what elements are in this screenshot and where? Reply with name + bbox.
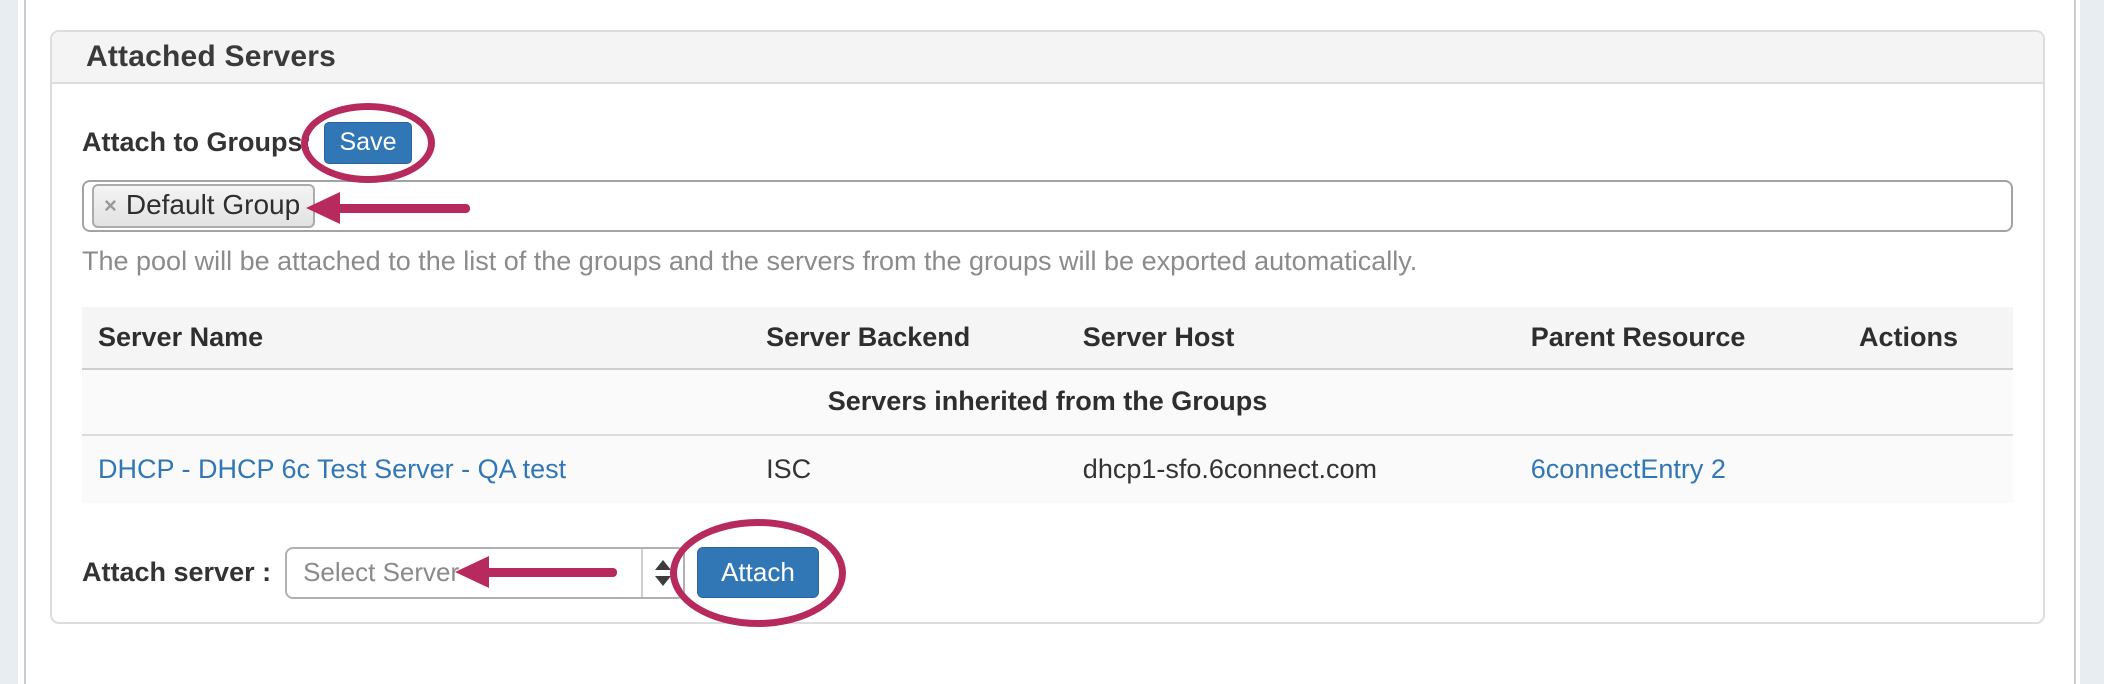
select-arrows-icon[interactable] bbox=[641, 549, 683, 597]
attached-servers-panel: Attached Servers Attach to Groups: Save … bbox=[50, 30, 2045, 624]
page-right-border bbox=[2074, 0, 2076, 684]
col-header-server-host: Server Host bbox=[1067, 307, 1515, 369]
table-row: DHCP - DHCP 6c Test Server - QA test ISC… bbox=[82, 435, 2013, 503]
page-right-gutter bbox=[2080, 0, 2104, 684]
servers-table: Server Name Server Backend Server Host P… bbox=[82, 307, 2013, 503]
cell-actions bbox=[1843, 435, 2013, 503]
remove-tag-icon[interactable]: × bbox=[104, 192, 117, 217]
groups-multiselect-input[interactable]: × Default Group bbox=[82, 180, 2013, 232]
page-left-border bbox=[24, 0, 26, 684]
attach-to-groups-row: Attach to Groups: Save bbox=[82, 122, 2013, 164]
panel-header: Attached Servers bbox=[52, 32, 2043, 84]
server-name-link[interactable]: DHCP - DHCP 6c Test Server - QA test bbox=[98, 454, 566, 484]
parent-resource-link[interactable]: 6connectEntry 2 bbox=[1531, 454, 1726, 484]
panel-body: Attach to Groups: Save × Default Group T… bbox=[52, 122, 2043, 637]
server-select[interactable]: Select Server bbox=[285, 547, 685, 599]
attach-server-label: Attach server : bbox=[82, 557, 271, 588]
cell-server-backend: ISC bbox=[750, 435, 1067, 503]
page-left-gutter bbox=[0, 0, 18, 684]
attach-to-groups-label: Attach to Groups: bbox=[82, 127, 312, 158]
server-select-value: Select Server bbox=[287, 557, 641, 588]
inherited-banner-row: Servers inherited from the Groups bbox=[82, 369, 2013, 435]
col-header-server-name: Server Name bbox=[82, 307, 750, 369]
attach-server-row: Attach server : Select Server Attach bbox=[82, 547, 2013, 637]
cell-parent-resource: 6connectEntry 2 bbox=[1515, 435, 1843, 503]
group-tag: × Default Group bbox=[92, 184, 315, 228]
inherited-banner-text: Servers inherited from the Groups bbox=[82, 369, 2013, 435]
helper-text: The pool will be attached to the list of… bbox=[82, 246, 2013, 277]
panel-title: Attached Servers bbox=[86, 40, 336, 74]
col-header-parent-resource: Parent Resource bbox=[1515, 307, 1843, 369]
col-header-actions: Actions bbox=[1843, 307, 2013, 369]
group-annotation-arrow-icon bbox=[306, 192, 470, 224]
attach-button[interactable]: Attach bbox=[697, 547, 819, 598]
table-header-row: Server Name Server Backend Server Host P… bbox=[82, 307, 2013, 369]
group-tag-label: Default Group bbox=[126, 189, 300, 221]
cell-server-name: DHCP - DHCP 6c Test Server - QA test bbox=[82, 435, 750, 503]
save-button[interactable]: Save bbox=[324, 122, 413, 164]
col-header-server-backend: Server Backend bbox=[750, 307, 1067, 369]
cell-server-host: dhcp1-sfo.6connect.com bbox=[1067, 435, 1515, 503]
